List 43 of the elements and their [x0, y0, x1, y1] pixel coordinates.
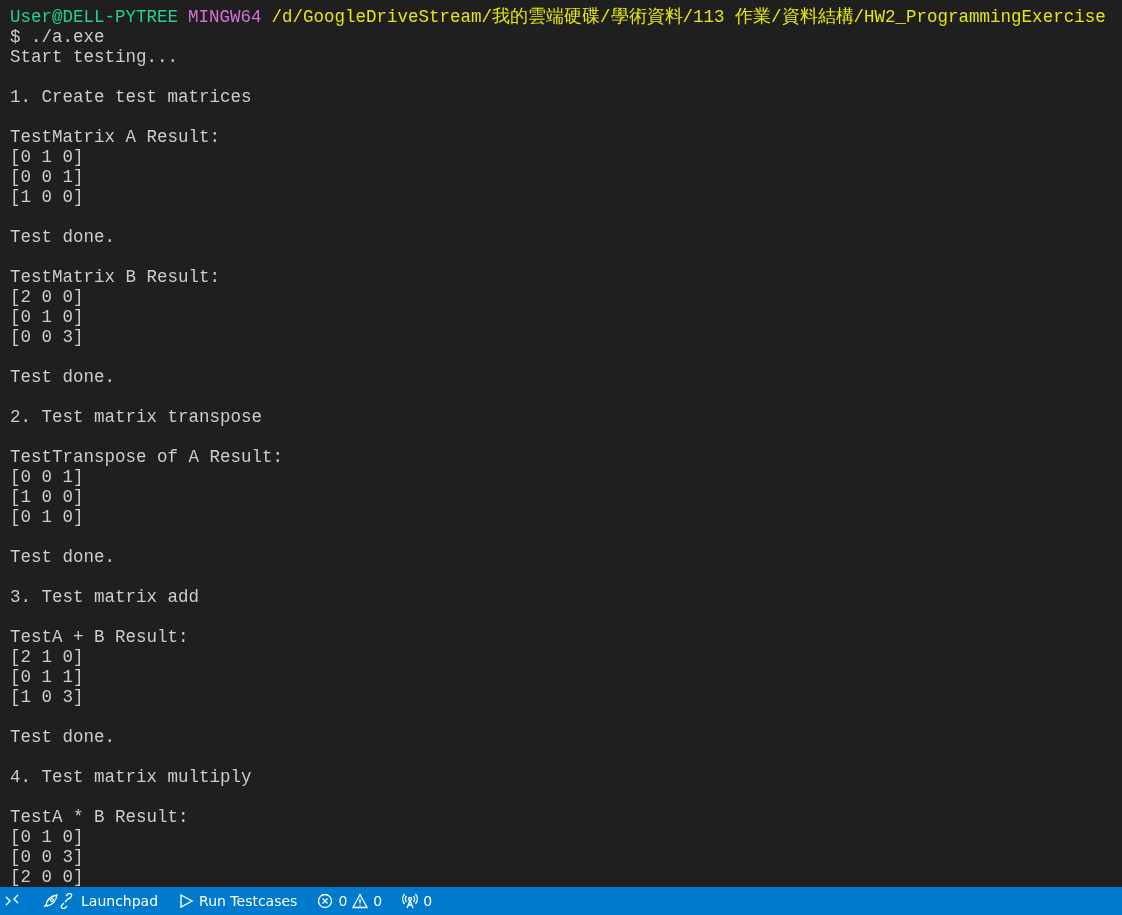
play-icon [178, 893, 195, 909]
ports-button[interactable]: 0 [392, 887, 443, 915]
output-line: 4. Test matrix multiply [10, 767, 253, 787]
output-line: TestTranspose of A Result: [10, 447, 285, 467]
output-line: [0 1 0] [10, 827, 85, 847]
output-line: Test done. [10, 367, 117, 387]
output-line: [0 0 1] [10, 467, 85, 487]
error-count: 0 [338, 893, 348, 909]
error-icon [317, 893, 334, 909]
output-line: 2. Test matrix transpose [10, 407, 264, 427]
output-line: [0 0 3] [10, 847, 85, 867]
warning-count: 0 [373, 893, 383, 909]
output-line: TestMatrix B Result: [10, 267, 222, 287]
output-line: [1 0 0] [10, 487, 85, 507]
prompt-system: MINGW64 [188, 7, 262, 27]
output-line: Test done. [10, 547, 117, 567]
output-line: [2 0 0] [10, 867, 85, 887]
output-line: TestA + B Result: [10, 627, 190, 647]
output-line: [2 1 0] [10, 647, 85, 667]
output-line: [0 0 1] [10, 167, 85, 187]
output-line: [0 1 0] [10, 507, 85, 527]
output-line: TestA * B Result: [10, 807, 190, 827]
problems-button[interactable]: 0 0 [307, 887, 393, 915]
output-line: [1 0 0] [10, 187, 85, 207]
output-line: $ ./a.exe [10, 27, 106, 47]
prompt-path: /d/GoogleDriveStream/我的雲端硬碟/學術資料/113 作業/資料結構/HW2_ProgrammingExercise [271, 7, 1106, 27]
output-line: 1. Create test matrices [10, 87, 253, 107]
output-line: [1 0 3] [10, 687, 85, 707]
output-line: TestMatrix A Result: [10, 127, 222, 147]
output-line: 3. Test matrix add [10, 587, 201, 607]
warning-icon [352, 893, 369, 909]
launchpad-button[interactable]: Launchpad [32, 887, 169, 915]
output-line: Test done. [10, 227, 117, 247]
output-line: [0 1 1] [10, 667, 85, 687]
output-line: Test done. [10, 727, 117, 747]
output-line: [0 1 0] [10, 147, 85, 167]
output-line: [2 0 0] [10, 287, 85, 307]
run-testcases-button[interactable]: Run Testcases [168, 887, 308, 915]
output-line: Start testing... [10, 47, 180, 67]
output-line: [0 1 0] [10, 307, 85, 327]
prompt-user: User@DELL-PYTREE [10, 7, 179, 27]
output-line: [0 0 3] [10, 327, 85, 347]
antenna-icon [402, 893, 419, 909]
